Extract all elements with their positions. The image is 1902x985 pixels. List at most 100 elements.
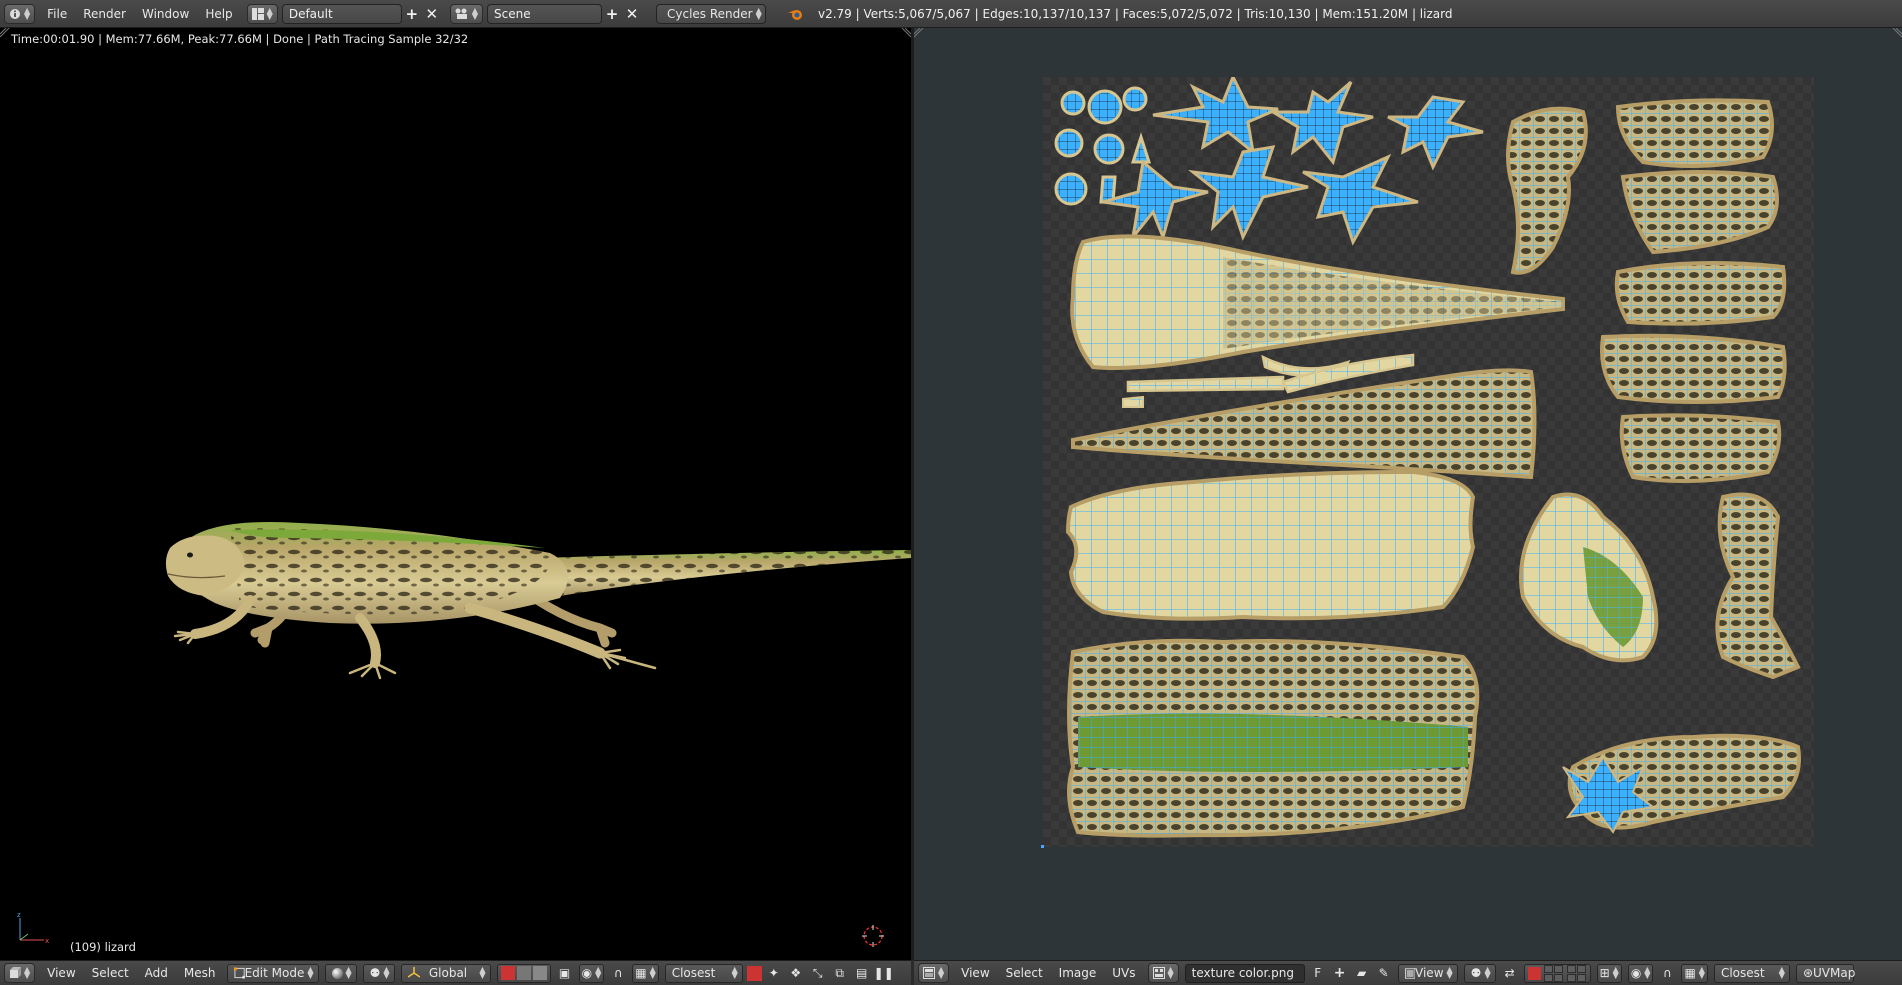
chevron-updown-icon: ▲ ▼ (731, 965, 738, 980)
snap-target-dropdown[interactable]: Closest ▲ ▼ (664, 963, 743, 983)
uv-image-editor[interactable] (914, 28, 1902, 960)
render-lock-button[interactable] (746, 965, 762, 981)
chevron-updown-icon: ▲ ▼ (307, 965, 314, 980)
image-browse-button[interactable]: ▲ ▼ (1147, 963, 1179, 983)
snap-target-label: Closest (671, 966, 716, 980)
menu-image[interactable]: Image (1051, 966, 1105, 980)
uv-select-mode-icons[interactable] (1543, 964, 1563, 982)
mode-dropdown[interactable]: Edit Mode ▲ ▼ (226, 963, 319, 983)
opengl-animation-button[interactable]: ❖ (786, 964, 806, 982)
3d-cursor-icon[interactable] (862, 925, 884, 947)
sticky-select-dropdown[interactable]: ⊞ ▲ ▼ (1596, 963, 1622, 983)
edge-select-button[interactable] (516, 966, 531, 980)
sync-selection-button[interactable]: ⇄ (1500, 964, 1520, 982)
snap-toggle-button[interactable]: ∩ (608, 964, 628, 982)
face-select-button[interactable] (532, 966, 547, 980)
sticky-select-icon: ⊞ (1599, 966, 1610, 980)
image-editor-icon (923, 967, 935, 979)
menu-view[interactable]: View (39, 966, 83, 980)
pivot-point-dropdown[interactable]: ⚉ ▲ ▼ (362, 963, 395, 983)
render-engine-dropdown[interactable]: Cycles Render ▲ ▼ (655, 3, 766, 24)
chevron-updown-icon: ▲ ▼ (595, 965, 602, 980)
uv-island-belly (1065, 469, 1476, 621)
menu-render[interactable]: Render (75, 4, 134, 24)
chevron-updown-icon: ▲ ▼ (345, 965, 352, 980)
editor-type-selector[interactable]: ▲ ▼ (4, 963, 36, 983)
chevron-updown-icon: ▲ ▼ (1698, 965, 1705, 980)
scene-icon (455, 8, 467, 19)
remove-scene-button[interactable]: ✕ (622, 4, 642, 24)
scene-icon-button[interactable]: ▲ ▼ (449, 3, 483, 24)
snap-toggle-button[interactable]: ∩ (1657, 964, 1677, 982)
uv-editor-header: ▲ ▼ View Select Image UVs ▲ ▼ texture colo… (914, 960, 1902, 985)
menu-file[interactable]: File (39, 4, 75, 24)
chevron-updown-icon: ▲ ▼ (479, 965, 486, 980)
proportional-edit-icon: ◉ (1630, 966, 1642, 980)
menu-view[interactable]: View (953, 966, 997, 980)
proportional-edit-group[interactable]: ◉ ▲ ▼ (578, 963, 605, 983)
snap-element-dropdown[interactable]: ▦ ▲ ▼ (632, 963, 659, 983)
info-icon (10, 8, 20, 19)
uv-island-select-icon[interactable] (1566, 964, 1586, 982)
area-split-corner-icon[interactable] (914, 28, 924, 38)
active-object-label: (109) lizard (70, 940, 136, 954)
cube-icon: ▣ (558, 966, 571, 980)
copy-settings-button[interactable]: ⧉ (830, 964, 850, 982)
uv-vertex-select-button[interactable] (1527, 966, 1541, 980)
menu-uvs[interactable]: UVs (1104, 966, 1143, 980)
screen-layout-icon-button[interactable]: ▲ ▼ (246, 3, 278, 24)
chevron-updown-icon: ▲ ▼ (24, 5, 31, 21)
add-scene-button[interactable]: + (602, 4, 622, 24)
view-mode-dropdown[interactable]: View ▲ ▼ (1397, 963, 1458, 983)
viewport-shading-dropdown[interactable]: ▲ ▼ (324, 963, 357, 983)
menu-select[interactable]: Select (84, 966, 137, 980)
pivot-point-dropdown[interactable]: ⚉ ▲ ▼ (1463, 963, 1496, 983)
menu-window[interactable]: Window (134, 4, 197, 24)
layers-button[interactable]: ⤡ (808, 964, 828, 982)
editor-type-selector[interactable]: ▲ ▼ (918, 963, 950, 983)
svg-text:x: x (45, 937, 49, 945)
scene-field[interactable]: Scene (486, 3, 602, 24)
uv-map-icon: ⊛ (1802, 966, 1814, 980)
open-image-button[interactable]: ▰ (1352, 964, 1372, 982)
screen-layout-field[interactable]: Default (281, 3, 402, 24)
add-screen-button[interactable]: + (402, 4, 422, 24)
menu-add[interactable]: Add (137, 966, 176, 980)
camera-icon: ✦ (768, 966, 779, 980)
snap-target-dropdown[interactable]: Closest ▲ ▼ (1713, 963, 1790, 983)
vertex-select-button[interactable] (500, 966, 515, 980)
uv-island-strip-4 (1122, 395, 1144, 408)
area-split-corner-icon[interactable] (1892, 28, 1902, 38)
menu-help[interactable]: Help (197, 4, 240, 24)
edit-mode-icon (233, 967, 245, 979)
remove-screen-button[interactable]: ✕ (422, 4, 442, 24)
snap-increment-icon: ▦ (635, 966, 647, 980)
image-name-field[interactable]: texture color.png (1184, 963, 1305, 983)
new-image-button[interactable]: + (1330, 964, 1350, 982)
occlude-geometry-button[interactable]: ▣ (555, 964, 575, 982)
snap-target-label: Closest (1720, 966, 1765, 980)
3d-viewport[interactable]: Time:00:01.90 | Mem:77.66M, Peak:77.66M … (0, 28, 911, 960)
view-mode-label: View (1415, 966, 1444, 980)
uv-texture-canvas[interactable] (1043, 73, 1814, 847)
uv-layout-islands[interactable] (1043, 73, 1814, 847)
fake-user-button[interactable]: F (1308, 964, 1328, 982)
close-icon: ✕ (625, 4, 639, 23)
uv-map-selector[interactable]: ⊛ UVMap (1795, 963, 1855, 983)
pivot-icon: ⚉ (369, 966, 381, 980)
orientation-dropdown[interactable]: Global ▲ ▼ (400, 963, 491, 983)
pin-icon: ✎ (1378, 966, 1389, 980)
menu-mesh[interactable]: Mesh (176, 966, 224, 980)
film-icon: ❖ (790, 966, 802, 980)
paste-settings-button[interactable]: ▤ (852, 964, 872, 982)
menu-select[interactable]: Select (998, 966, 1051, 980)
snap-element-dropdown[interactable]: ▦ ▲ ▼ (1681, 963, 1708, 983)
proportional-edit-icon: ◉ (581, 966, 593, 980)
shading-sphere-icon (331, 967, 343, 979)
proportional-edit-dropdown[interactable]: ◉ ▲ ▼ (1627, 963, 1654, 983)
pin-image-button[interactable]: ✎ (1374, 964, 1394, 982)
pause-button[interactable]: ❚❚ (874, 964, 894, 982)
editor-type-selector[interactable]: ▲ ▼ (4, 3, 36, 24)
opengl-render-button[interactable]: ✦ (764, 964, 784, 982)
magnet-icon: ∩ (1663, 966, 1672, 980)
